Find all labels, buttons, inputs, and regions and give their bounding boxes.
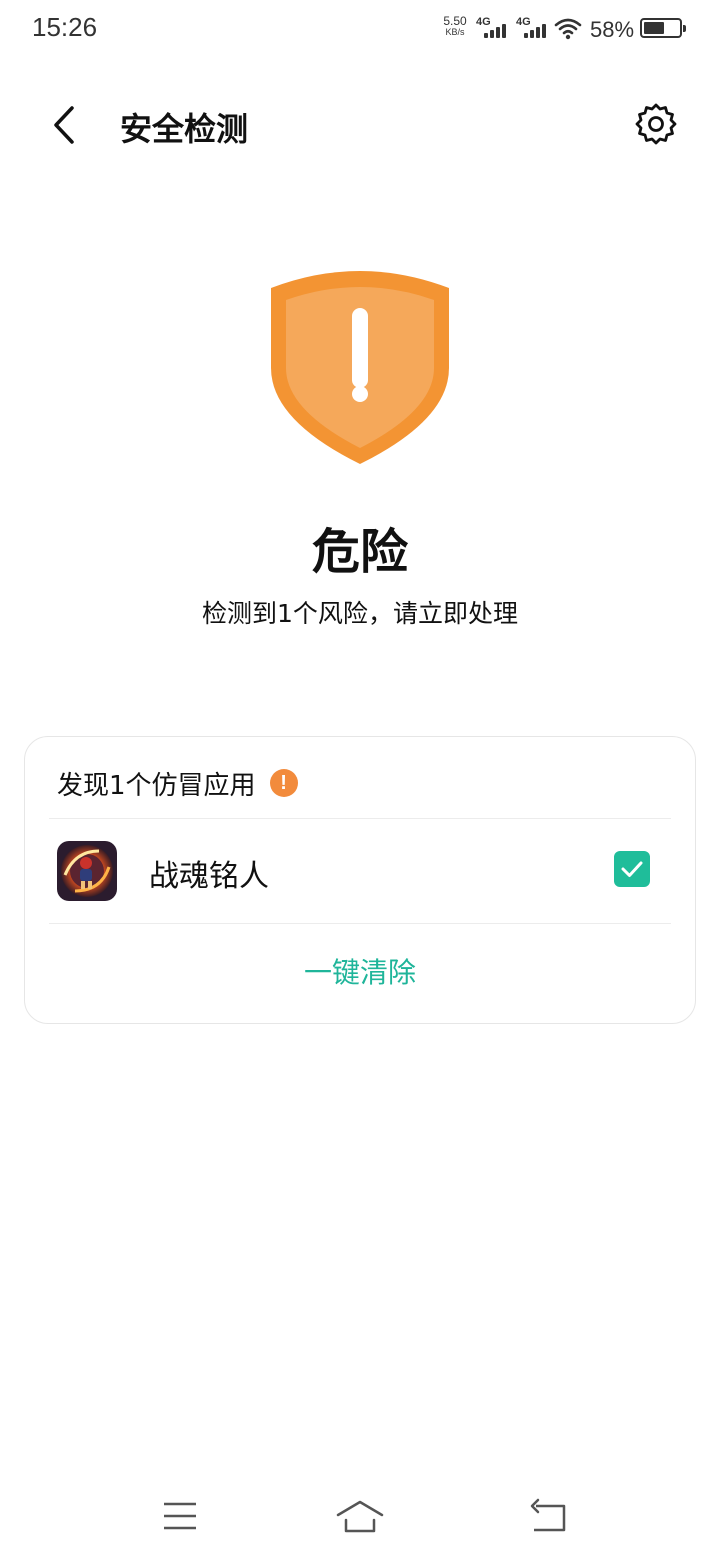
settings-button[interactable]: [632, 100, 680, 148]
menu-icon: [164, 1502, 196, 1530]
recent-apps-button[interactable]: [156, 1496, 204, 1536]
signal-bar: [490, 30, 494, 38]
back-icon: [530, 1498, 566, 1532]
home-button[interactable]: [336, 1496, 384, 1536]
network-speed-value: 5.50: [443, 14, 467, 28]
back-button[interactable]: [40, 100, 90, 150]
page-title: 安全检测: [120, 110, 249, 148]
risk-status-description: 检测到1个风险，请立即处理: [202, 599, 518, 628]
screen: 15:26 5.50 KB/s 4G 4G 58% 安全检测 危险 检测到1个风…: [0, 0, 720, 1560]
app-checkbox[interactable]: [614, 851, 650, 887]
risk-status-title: 危险: [311, 524, 408, 580]
signal-bar: [542, 24, 546, 38]
card-header: 发现1个仿冒应用 !: [57, 765, 298, 801]
warning-icon: !: [269, 769, 298, 797]
signal-bar: [496, 27, 500, 38]
game-app-icon: [57, 841, 117, 901]
network-speed-unit: KB/s: [445, 27, 465, 37]
wifi-icon: [554, 18, 582, 40]
risk-card: 发现1个仿冒应用 ! 战魂铭人 一键清除: [24, 736, 696, 1024]
battery-nub: [683, 25, 686, 32]
sim1-signal-icon: 4G: [476, 16, 510, 40]
app-name: 战魂铭人: [149, 859, 269, 894]
status-time: 15:26: [32, 12, 98, 42]
check-icon: [621, 861, 643, 877]
sim2-network-type: 4G: [516, 16, 531, 28]
warning-shield-icon: [271, 271, 449, 464]
card-title: 发现1个仿冒应用: [57, 770, 256, 801]
signal-bar: [524, 33, 528, 38]
list-item[interactable]: 战魂铭人: [25, 819, 695, 923]
signal-bar: [530, 30, 534, 38]
signal-bar: [536, 27, 540, 38]
signal-bar: [502, 24, 506, 38]
gear-icon: [635, 103, 677, 145]
signal-bar: [484, 33, 488, 38]
chevron-left-icon: [54, 106, 74, 144]
app-icon: [57, 841, 117, 901]
network-speed: 5.50 KB/s: [440, 14, 470, 38]
home-icon: [336, 1500, 384, 1533]
battery-icon: [640, 18, 686, 38]
battery-fill: [644, 22, 664, 34]
nav-back-button[interactable]: [526, 1496, 574, 1536]
sim2-signal-icon: 4G: [516, 16, 550, 40]
one-click-clean-button[interactable]: 一键清除: [25, 923, 695, 1023]
sim1-network-type: 4G: [476, 16, 491, 28]
battery-percent: 58%: [590, 17, 635, 42]
status-bar: 15:26 5.50 KB/s 4G 4G 58%: [0, 0, 720, 56]
